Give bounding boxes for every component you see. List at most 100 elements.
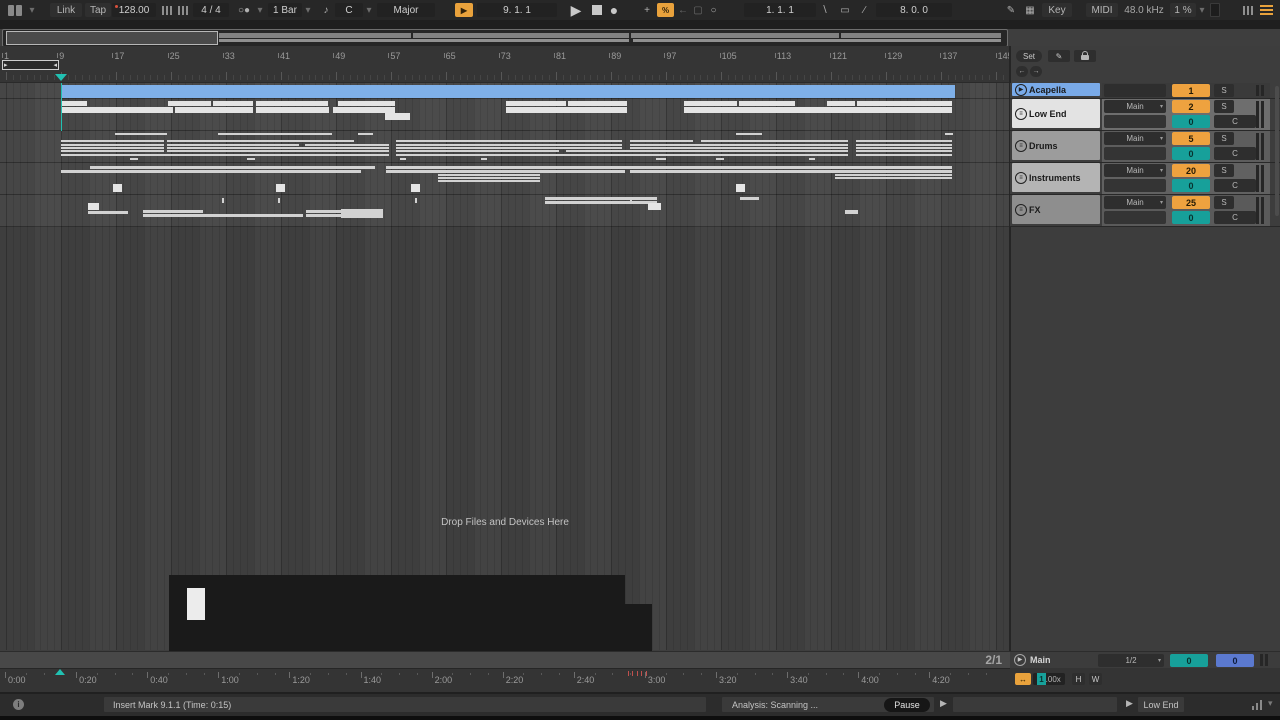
punch-out-button[interactable]: ∕: [858, 3, 871, 17]
bar-number[interactable]: 49: [335, 51, 345, 61]
clip[interactable]: [61, 101, 87, 106]
set-locator-button[interactable]: Set: [1016, 50, 1042, 62]
draw-automation-button[interactable]: ✎: [1048, 50, 1070, 62]
pan-field[interactable]: C: [1214, 211, 1256, 224]
bar-number[interactable]: 17: [114, 51, 124, 61]
clip[interactable]: [61, 144, 164, 146]
tempo-display[interactable]: 128.00: [112, 3, 156, 17]
clip[interactable]: [656, 158, 666, 160]
track-number-badge[interactable]: 1: [1172, 84, 1210, 97]
clip[interactable]: [276, 184, 285, 192]
clip[interactable]: [481, 158, 487, 160]
time-label[interactable]: 0:20: [79, 675, 97, 685]
volume-field[interactable]: 0: [1172, 115, 1210, 128]
clip[interactable]: [630, 140, 693, 142]
bar-number[interactable]: 129: [887, 51, 902, 61]
clip[interactable]: [305, 144, 389, 146]
time-label[interactable]: 4:00: [861, 675, 879, 685]
link-button[interactable]: Link: [50, 3, 82, 17]
time-label[interactable]: 0:00: [8, 675, 26, 685]
clip[interactable]: [143, 214, 303, 217]
clip[interactable]: [736, 184, 745, 192]
metronome-button[interactable]: ○●: [233, 3, 255, 17]
clip[interactable]: [61, 150, 164, 152]
scale-name-select[interactable]: Major: [377, 3, 435, 17]
clip[interactable]: [739, 101, 795, 106]
loop-start-display[interactable]: 1. 1. 1: [744, 3, 816, 17]
time-label[interactable]: 3:40: [790, 675, 808, 685]
pan-field[interactable]: C: [1214, 115, 1256, 128]
arrangement-overview[interactable]: [2, 29, 1008, 47]
overview-viewport[interactable]: [6, 31, 218, 45]
solo-button[interactable]: S: [1214, 84, 1234, 97]
clip[interactable]: [396, 154, 848, 156]
loop-button[interactable]: ▭: [835, 3, 855, 17]
clip[interactable]: [358, 133, 373, 135]
clip[interactable]: [545, 201, 657, 204]
output-meter-icon[interactable]: [1252, 699, 1264, 710]
clip[interactable]: [130, 158, 138, 160]
routing-select[interactable]: Main▾: [1104, 100, 1166, 113]
clip[interactable]: [630, 144, 848, 146]
application-menu-chevron[interactable]: ▾: [27, 3, 37, 17]
zoom-width-button[interactable]: W: [1089, 673, 1102, 685]
control-bar-menu-icon[interactable]: [1258, 3, 1274, 17]
main-track-header[interactable]: ▶ Main 1/2▾ 0 0: [1010, 651, 1280, 668]
cpu-indicator[interactable]: [1210, 3, 1220, 17]
stop-button[interactable]: [589, 3, 605, 17]
clip[interactable]: [400, 158, 406, 160]
capture-midi-button[interactable]: ○: [707, 3, 720, 17]
unfold-icon[interactable]: ▶: [1014, 654, 1026, 666]
draw-mode-button[interactable]: ✎: [1003, 3, 1019, 17]
routing-select[interactable]: Main▾: [1104, 164, 1166, 177]
midi-map-button[interactable]: MIDI: [1086, 3, 1118, 17]
clip[interactable]: [684, 101, 737, 106]
bar-number[interactable]: 9: [59, 51, 64, 61]
solo-button[interactable]: S: [1214, 164, 1234, 177]
plus-icon[interactable]: +: [640, 3, 654, 17]
clip[interactable]: [168, 101, 211, 106]
clip[interactable]: [648, 203, 661, 210]
clip[interactable]: [90, 166, 375, 169]
arrangement-position-display[interactable]: 9. 1. 1: [477, 3, 557, 17]
clip[interactable]: [845, 210, 858, 214]
solo-button[interactable]: S: [1214, 196, 1234, 209]
clip[interactable]: [341, 209, 383, 218]
bar-number[interactable]: 25: [170, 51, 180, 61]
session-record-button[interactable]: ▢: [691, 3, 705, 17]
zoom-level-field[interactable]: 1 .00x: [1033, 673, 1065, 685]
track-title[interactable]: ▶Acapella: [1012, 83, 1100, 96]
main-quantize-select[interactable]: 1/2▾: [1098, 654, 1164, 667]
bar-number[interactable]: 33: [225, 51, 235, 61]
clip[interactable]: [386, 170, 625, 173]
loop-region[interactable]: ▸◂: [2, 60, 59, 70]
pause-button[interactable]: Pause: [884, 698, 930, 712]
clip[interactable]: [740, 197, 759, 200]
tap-tempo-button[interactable]: Tap: [85, 3, 111, 17]
insert-marker-bottom[interactable]: [55, 669, 65, 675]
cpu-load-display[interactable]: 1 %: [1170, 3, 1196, 17]
clip[interactable]: [113, 184, 122, 192]
clip[interactable]: [213, 101, 253, 106]
key-root-select[interactable]: C: [335, 3, 363, 17]
volume-field[interactable]: 0: [1172, 147, 1210, 160]
track-number-badge[interactable]: 2: [1172, 100, 1210, 113]
time-signature-display[interactable]: 4 / 4: [193, 3, 229, 17]
routing-select[interactable]: [1104, 84, 1166, 97]
play-button[interactable]: ▶: [566, 3, 586, 17]
beat-time-ruler[interactable]: ▸◂ 1917253341495765738189971051131211291…: [0, 46, 1010, 83]
prev-locator-button[interactable]: ←: [1016, 66, 1028, 77]
routing-select[interactable]: Main▾: [1104, 196, 1166, 209]
metronome-chevron[interactable]: ▾: [256, 3, 264, 17]
next-locator-button[interactable]: →: [1030, 66, 1042, 77]
scrollbar[interactable]: [1275, 86, 1279, 216]
clip[interactable]: [945, 133, 953, 135]
clip[interactable]: [61, 85, 955, 98]
follow-button[interactable]: ▶: [455, 3, 473, 17]
clip[interactable]: [167, 150, 389, 152]
clip[interactable]: [61, 147, 164, 149]
clip[interactable]: [88, 203, 99, 210]
clip[interactable]: [338, 101, 395, 106]
loop-end-handle[interactable]: ◂: [53, 61, 57, 69]
bar-number[interactable]: 105: [722, 51, 737, 61]
